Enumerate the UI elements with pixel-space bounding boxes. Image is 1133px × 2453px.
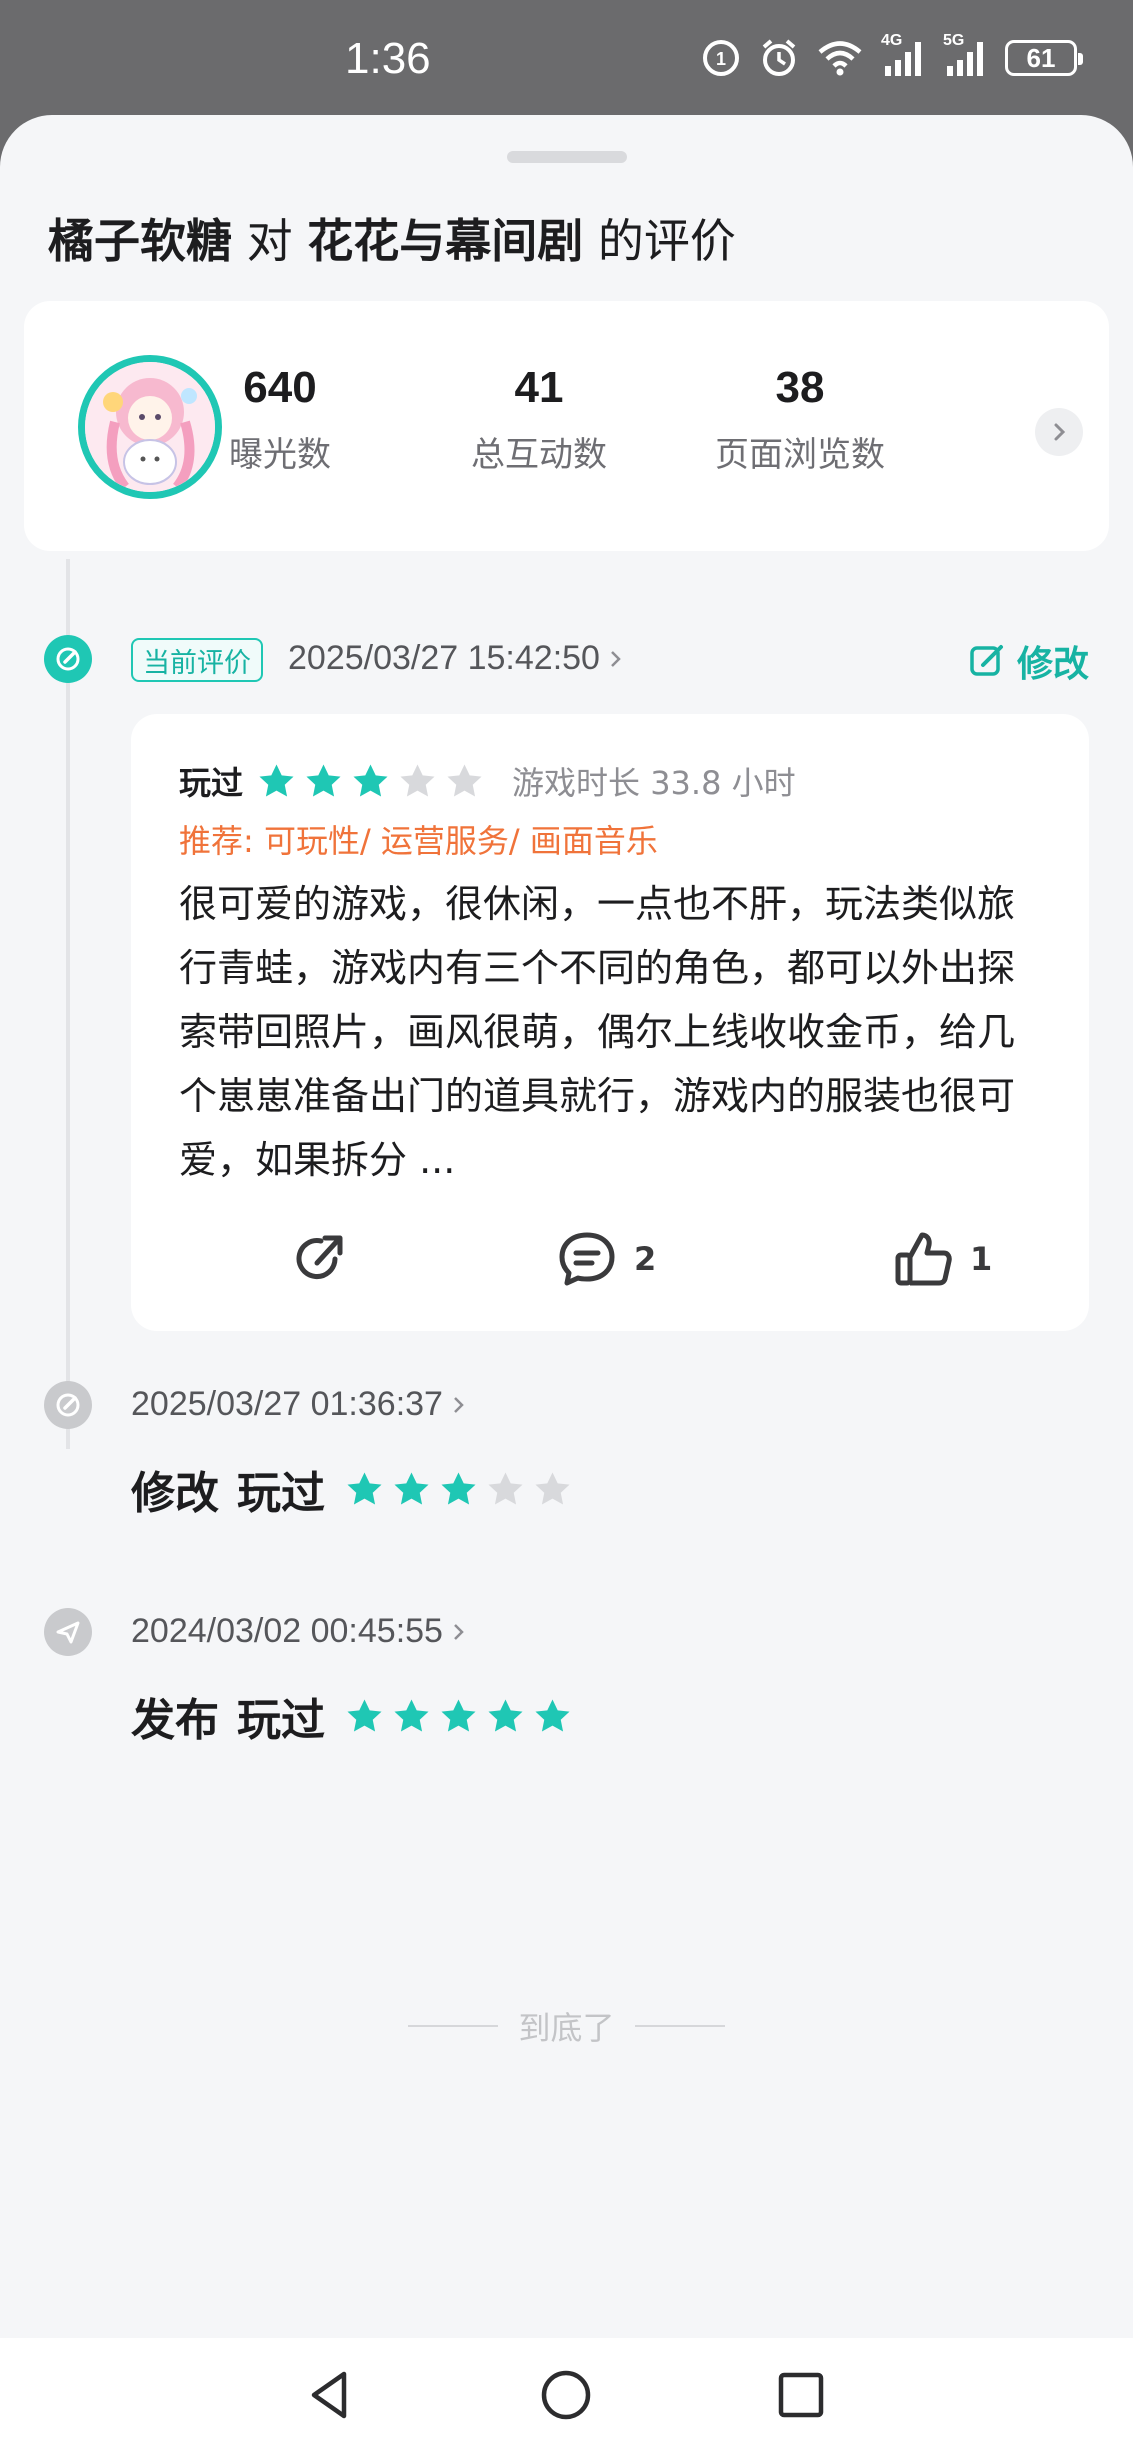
edit-review-label: 修改 (1016, 644, 1089, 685)
star-filled-icon (347, 1698, 382, 1732)
history-status: 玩过 (237, 1695, 325, 1746)
divider (408, 2025, 499, 2027)
stat-pageviews: 38 页面浏览数 (690, 363, 910, 476)
review-rating (255, 760, 486, 803)
nav-home-button[interactable] (531, 2360, 601, 2430)
star-filled-icon (353, 763, 388, 797)
sheet-drag-handle[interactable] (507, 151, 627, 163)
timeline-line (66, 559, 70, 1391)
chevron-right-icon (454, 1396, 464, 1413)
star-filled-icon (441, 1471, 476, 1505)
review-meta: 玩过 游戏时长 33.8 小时 (179, 758, 796, 804)
star-empty-icon (535, 1471, 570, 1505)
end-of-list-text: 到底了 (518, 2009, 615, 2047)
stat-interactions-value: 41 (514, 363, 564, 412)
star-filled-icon (394, 1471, 429, 1505)
history-date: 2025/03/27 01:36:37 (131, 1385, 443, 1423)
comment-button[interactable]: 2 (554, 1227, 656, 1291)
chevron-right-icon (1054, 423, 1066, 441)
star-filled-icon (441, 1698, 476, 1732)
status-time: 1:36 (345, 34, 431, 83)
back-triangle-icon (311, 2371, 347, 2419)
page-title: 橘子软糖 对 花花与幕间剧 的评价 (48, 205, 736, 271)
current-review-date-link[interactable]: 2025/03/27 15:42:50 (288, 639, 624, 678)
star-filled-icon (488, 1698, 523, 1732)
stat-interactions-label: 总互动数 (471, 435, 607, 475)
current-review-date: 2025/03/27 15:42:50 (288, 639, 600, 677)
status-bar: 1:36 1 4G 5G 61 (0, 0, 1133, 118)
history-entry: 修改 玩过 (131, 1457, 574, 1521)
stat-exposure-label: 曝光数 (229, 435, 331, 475)
signal-4g-icon: 4G (881, 32, 925, 78)
author-name[interactable]: 橘子软糖 (48, 214, 232, 268)
wifi-icon (817, 38, 863, 78)
stat-pageviews-label: 页面浏览数 (715, 435, 885, 475)
home-circle-icon (541, 2370, 591, 2420)
divider (634, 2025, 725, 2027)
chevron-right-icon (611, 650, 621, 667)
timeline-history-icon (44, 1381, 92, 1429)
battery-indicator: 61 (1005, 40, 1083, 76)
stat-exposure: 640 曝光数 (170, 363, 390, 476)
star-filled-icon (347, 1471, 382, 1505)
history-rating (343, 1695, 574, 1738)
history-entry: 发布 玩过 (131, 1684, 574, 1748)
review-actions: 2 1 (131, 1227, 1089, 1297)
star-empty-icon (400, 763, 435, 797)
stat-pageviews-value: 38 (775, 363, 825, 412)
history-date-link[interactable]: 2024/03/02 00:45:55 (131, 1612, 467, 1651)
stats-detail-button[interactable] (1035, 408, 1083, 456)
history-action: 修改 (131, 1468, 219, 1519)
game-name[interactable]: 花花与幕间剧 (307, 214, 583, 268)
svg-text:1: 1 (716, 49, 726, 69)
review-card[interactable]: 玩过 游戏时长 33.8 小时 推荐: 可玩性/ 运营服务/ 画面音乐 很可爱的… (131, 714, 1089, 1331)
signal-5g-icon: 5G (943, 32, 987, 78)
current-review-badge: 当前评价 (131, 638, 263, 682)
thumbs-up-icon (895, 1232, 952, 1286)
play-status: 玩过 (179, 764, 244, 802)
status-icons: 1 4G 5G 61 (701, 32, 1083, 78)
history-action: 发布 (131, 1695, 219, 1746)
play-duration: 游戏时长 33.8 小时 (512, 764, 796, 802)
star-filled-icon (259, 763, 294, 797)
comment-icon (559, 1232, 615, 1286)
star-empty-icon (447, 763, 482, 797)
recommend-tags: 推荐: 可玩性/ 运营服务/ 画面音乐 (179, 822, 658, 860)
alarm-icon (759, 38, 799, 78)
star-empty-icon (488, 1471, 523, 1505)
chevron-right-icon (454, 1623, 464, 1640)
review-history-sheet: 橘子软糖 对 花花与幕间剧 的评价 640 曝光数 41 总互动数 38 页面浏… (0, 115, 1133, 2338)
review-text[interactable]: 很可爱的游戏，很休闲，一点也不肝，玩法类似旅行青蛙，游戏内有三个不同的角色，都可… (179, 872, 1039, 1192)
edit-review-button[interactable]: 修改 (967, 635, 1089, 687)
edit-icon (56, 647, 80, 671)
comment-count: 2 (634, 1240, 657, 1278)
system-nav-bar (0, 2338, 1133, 2453)
title-connector: 对 (246, 214, 293, 268)
star-filled-icon (535, 1698, 570, 1732)
share-icon (296, 1235, 343, 1280)
stats-card[interactable]: 640 曝光数 41 总互动数 38 页面浏览数 (24, 301, 1109, 551)
share-button[interactable] (287, 1227, 351, 1291)
recents-square-icon (778, 2372, 824, 2418)
star-filled-icon (394, 1698, 429, 1732)
history-rating (343, 1468, 574, 1511)
edit-icon (56, 1393, 80, 1417)
stat-exposure-value: 640 (243, 363, 317, 412)
title-suffix: 的评价 (597, 214, 736, 268)
history-date: 2024/03/02 00:45:55 (131, 1612, 443, 1650)
history-date-link[interactable]: 2025/03/27 01:36:37 (131, 1385, 467, 1424)
star-filled-icon (306, 763, 341, 797)
nav-back-button[interactable] (294, 2360, 364, 2430)
like-button[interactable]: 1 (892, 1227, 992, 1291)
send-icon (56, 1621, 80, 1644)
nav-recents-button[interactable] (766, 2360, 836, 2430)
end-of-list: 到底了 (0, 2003, 1133, 2049)
like-count: 1 (970, 1240, 993, 1278)
data-saver-icon: 1 (701, 38, 741, 78)
history-status: 玩过 (237, 1468, 325, 1519)
stat-interactions: 41 总互动数 (429, 363, 649, 476)
timeline-current-icon (44, 635, 92, 683)
timeline-history-icon (44, 1608, 92, 1656)
edit-icon (970, 645, 1003, 676)
